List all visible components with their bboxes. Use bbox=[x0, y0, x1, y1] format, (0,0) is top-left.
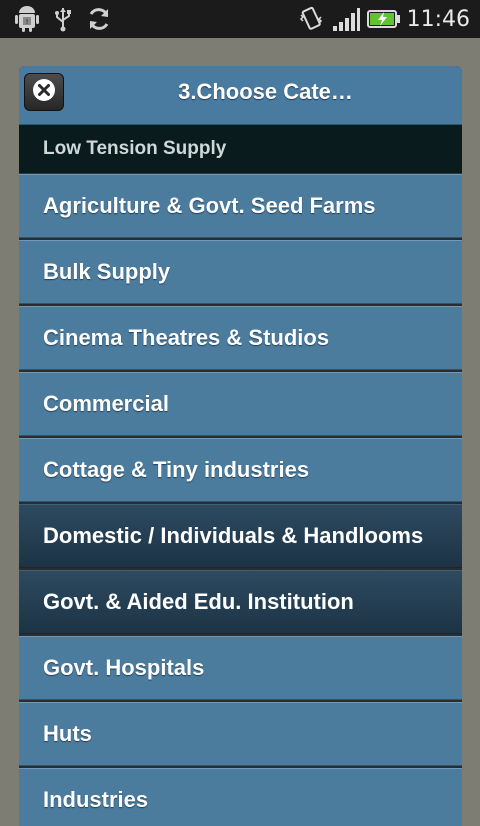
signal-icon bbox=[330, 0, 362, 38]
battery-charging-icon bbox=[366, 0, 402, 38]
category-list: Agriculture & Govt. Seed Farms Bulk Supp… bbox=[19, 174, 462, 826]
status-bar: ! 11:46 bbox=[0, 0, 480, 38]
list-item-cottage[interactable]: Cottage & Tiny industries bbox=[19, 438, 462, 502]
list-item-label: Commercial bbox=[43, 391, 169, 416]
dialog-header: 3.Choose Cate… bbox=[19, 66, 462, 125]
usb-icon bbox=[50, 0, 76, 38]
list-item-domestic[interactable]: Domestic / Individuals & Handlooms bbox=[19, 504, 462, 568]
close-button[interactable] bbox=[24, 73, 64, 111]
list-item-industries[interactable]: Industries bbox=[19, 768, 462, 826]
vibrate-icon bbox=[296, 0, 326, 38]
list-item-agriculture[interactable]: Agriculture & Govt. Seed Farms bbox=[19, 174, 462, 238]
status-time: 11:46 bbox=[406, 7, 470, 32]
list-item-commercial[interactable]: Commercial bbox=[19, 372, 462, 436]
category-dialog: 3.Choose Cate… Low Tension Supply Agricu… bbox=[19, 66, 462, 826]
close-icon bbox=[32, 78, 56, 106]
list-item-label: Bulk Supply bbox=[43, 259, 171, 284]
dialog-title: 3.Choose Cate… bbox=[178, 79, 353, 104]
list-section-header: Low Tension Supply bbox=[19, 125, 462, 174]
list-item-label: Huts bbox=[43, 721, 92, 746]
list-item-cinema[interactable]: Cinema Theatres & Studios bbox=[19, 306, 462, 370]
list-item-label: Govt. & Aided Edu. Institution bbox=[43, 589, 354, 614]
list-item-label: Cottage & Tiny industries bbox=[43, 457, 310, 482]
section-header-label: Low Tension Supply bbox=[43, 138, 227, 159]
list-item-huts[interactable]: Huts bbox=[19, 702, 462, 766]
sync-icon bbox=[84, 0, 114, 38]
list-item-label: Cinema Theatres & Studios bbox=[43, 325, 330, 350]
list-item-govt-edu[interactable]: Govt. & Aided Edu. Institution bbox=[19, 570, 462, 634]
list-item-label: Agriculture & Govt. Seed Farms bbox=[43, 193, 376, 218]
list-item-label: Govt. Hospitals bbox=[43, 655, 205, 680]
android-debug-icon: ! bbox=[10, 0, 44, 38]
list-item-label: Industries bbox=[43, 787, 149, 812]
svg-text:!: ! bbox=[26, 18, 29, 26]
list-item-govt-hospitals[interactable]: Govt. Hospitals bbox=[19, 636, 462, 700]
list-item-label: Domestic / Individuals & Handlooms bbox=[43, 523, 424, 548]
list-item-bulk-supply[interactable]: Bulk Supply bbox=[19, 240, 462, 304]
